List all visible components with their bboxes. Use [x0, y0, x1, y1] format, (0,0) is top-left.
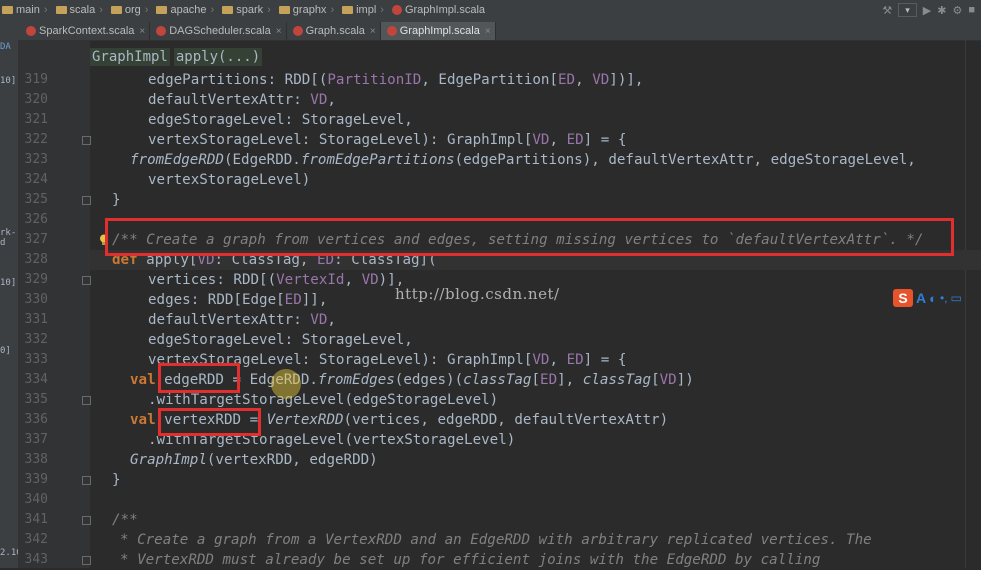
annotation-box-edgerdd: [158, 363, 240, 393]
mouse-cursor-highlight: [271, 369, 301, 399]
editor-tabs: SparkContext.scala × DAGScheduler.scala × …: [0, 20, 981, 41]
ime-mode-indicator[interactable]: A: [916, 290, 926, 306]
line-number: 323: [24, 152, 48, 167]
settings-icon[interactable]: ⚙: [952, 4, 962, 17]
folder-icon: [2, 6, 13, 14]
code-line: GraphImpl(vertexRDD, edgeRDD): [130, 452, 378, 468]
code-line: * Create a graph from a VertexRDD and an…: [120, 532, 872, 548]
line-number: 322: [24, 132, 48, 147]
scala-file-icon: [391, 5, 402, 15]
tab-sparkcontext[interactable]: SparkContext.scala ×: [20, 22, 151, 40]
punctuation-icon[interactable]: •,: [940, 291, 948, 305]
code-line: edgeStorageLevel: StorageLevel,: [148, 332, 413, 348]
line-number: 336: [24, 412, 48, 427]
breadcrumb-item-graphx[interactable]: graphx ›: [277, 4, 334, 16]
code-line: }: [112, 472, 121, 488]
line-number: 339: [24, 472, 48, 487]
ime-toolbar[interactable]: S A ◐ •, ▭: [893, 288, 981, 308]
code-line: .withTargetStorageLevel(edgeStorageLevel…: [148, 392, 499, 408]
stop-icon[interactable]: ■: [968, 4, 975, 16]
run-icon[interactable]: ▶: [923, 4, 931, 17]
line-number: 325: [24, 192, 48, 207]
code-line: edges: RDD[Edge[ED]],: [148, 292, 328, 308]
close-icon[interactable]: ×: [139, 26, 145, 37]
folder-icon: [55, 6, 67, 14]
breadcrumb-item-impl[interactable]: impl ›: [340, 4, 384, 16]
tab-graph[interactable]: Graph.scala ×: [287, 22, 381, 40]
breadcrumb-item-scala[interactable]: scala ›: [54, 4, 103, 16]
breadcrumb-item-org[interactable]: org ›: [109, 4, 148, 16]
code-line: /**: [112, 512, 138, 528]
watermark: http://blog.csdn.net/: [395, 285, 560, 303]
folder-icon: [278, 6, 290, 14]
folder-icon: [156, 6, 168, 14]
close-icon[interactable]: ×: [370, 26, 376, 37]
code-line: edgePartitions: RDD[(PartitionID, EdgePa…: [148, 72, 644, 88]
editor-context-breadcrumb: GraphImpl apply(...): [90, 46, 266, 68]
close-icon[interactable]: ×: [276, 26, 282, 37]
line-number: 337: [24, 432, 48, 447]
code-line: edgeStorageLevel: StorageLevel,: [148, 112, 413, 128]
line-number: 343: [24, 552, 48, 567]
context-method: apply(...): [173, 48, 263, 66]
code-line: * VertexRDD must already be set up for e…: [120, 552, 821, 568]
breadcrumb-item-file[interactable]: GraphImpl.scala: [390, 4, 485, 16]
code-line: }: [112, 192, 121, 208]
close-icon[interactable]: ×: [485, 26, 491, 37]
run-config-dropdown[interactable]: ▾: [898, 3, 917, 17]
line-number: 320: [24, 92, 48, 107]
line-number: 328: [24, 252, 48, 267]
annotation-box-comment: [105, 218, 954, 256]
annotation-box-vertexrdd: [158, 408, 261, 436]
code-line: fromEdgeRDD(EdgeRDD.fromEdgePartitions(e…: [130, 152, 916, 168]
code-line: defaultVertexAttr: VD,: [148, 92, 336, 108]
line-number: 342: [24, 532, 48, 547]
code-line: vertexStorageLevel: StorageLevel): Graph…: [148, 132, 627, 148]
line-number: 335: [24, 392, 48, 407]
breadcrumb-item-apache[interactable]: apache ›: [154, 4, 214, 16]
scala-file-icon: [386, 26, 397, 36]
code-line: defaultVertexAttr: VD,: [148, 312, 336, 328]
scala-file-icon: [156, 26, 167, 36]
context-class: GraphImpl: [90, 48, 170, 66]
line-number: 326: [24, 212, 48, 227]
code-line: vertexStorageLevel): [148, 172, 311, 188]
line-number: 338: [24, 452, 48, 467]
toolbar-right: ⚒ ▾ ▶ ✱ ⚙ ■: [882, 0, 981, 20]
line-number: 333: [24, 352, 48, 367]
tab-graphimpl[interactable]: GraphImpl.scala ×: [380, 22, 496, 40]
line-number: 319: [24, 72, 48, 87]
scala-file-icon: [292, 26, 303, 36]
line-number: 331: [24, 312, 48, 327]
code-line: vertices: RDD[(VertexId, VD)],: [148, 272, 405, 288]
breadcrumb: main › scala › org › apache › spark › graphx ›…: [0, 0, 981, 20]
line-number: 324: [24, 172, 48, 187]
line-number: 332: [24, 332, 48, 347]
side-panel-strip: DA 10] rk-d 10] 0] 2.10: [0, 40, 22, 568]
breadcrumb-item-main[interactable]: main ›: [0, 4, 48, 16]
folder-icon: [110, 6, 122, 14]
keyboard-icon[interactable]: ▭: [951, 291, 962, 305]
folder-icon: [222, 6, 234, 14]
code-editor[interactable]: GraphImpl apply(...) edgePartitions: RDD[…: [90, 40, 981, 568]
scala-file-icon: [26, 26, 36, 36]
tab-dagscheduler[interactable]: DAGScheduler.scala ×: [150, 22, 287, 40]
build-icon[interactable]: ⚒: [882, 4, 892, 17]
line-number: 330: [24, 292, 48, 307]
folder-icon: [342, 6, 354, 14]
moon-icon[interactable]: ◐: [929, 291, 937, 306]
line-number: 329: [24, 272, 48, 287]
sogou-logo-icon: S: [893, 289, 913, 307]
line-number: 327: [24, 232, 48, 247]
line-number: 334: [24, 372, 48, 387]
breadcrumb-item-spark[interactable]: spark ›: [220, 4, 271, 16]
line-number-gutter: 319 320 321 322 323 324 325 326 327 328 …: [18, 40, 91, 568]
line-number: 340: [24, 492, 48, 507]
line-number: 321: [24, 112, 48, 127]
line-number: 341: [24, 512, 48, 527]
debug-icon[interactable]: ✱: [937, 4, 946, 17]
